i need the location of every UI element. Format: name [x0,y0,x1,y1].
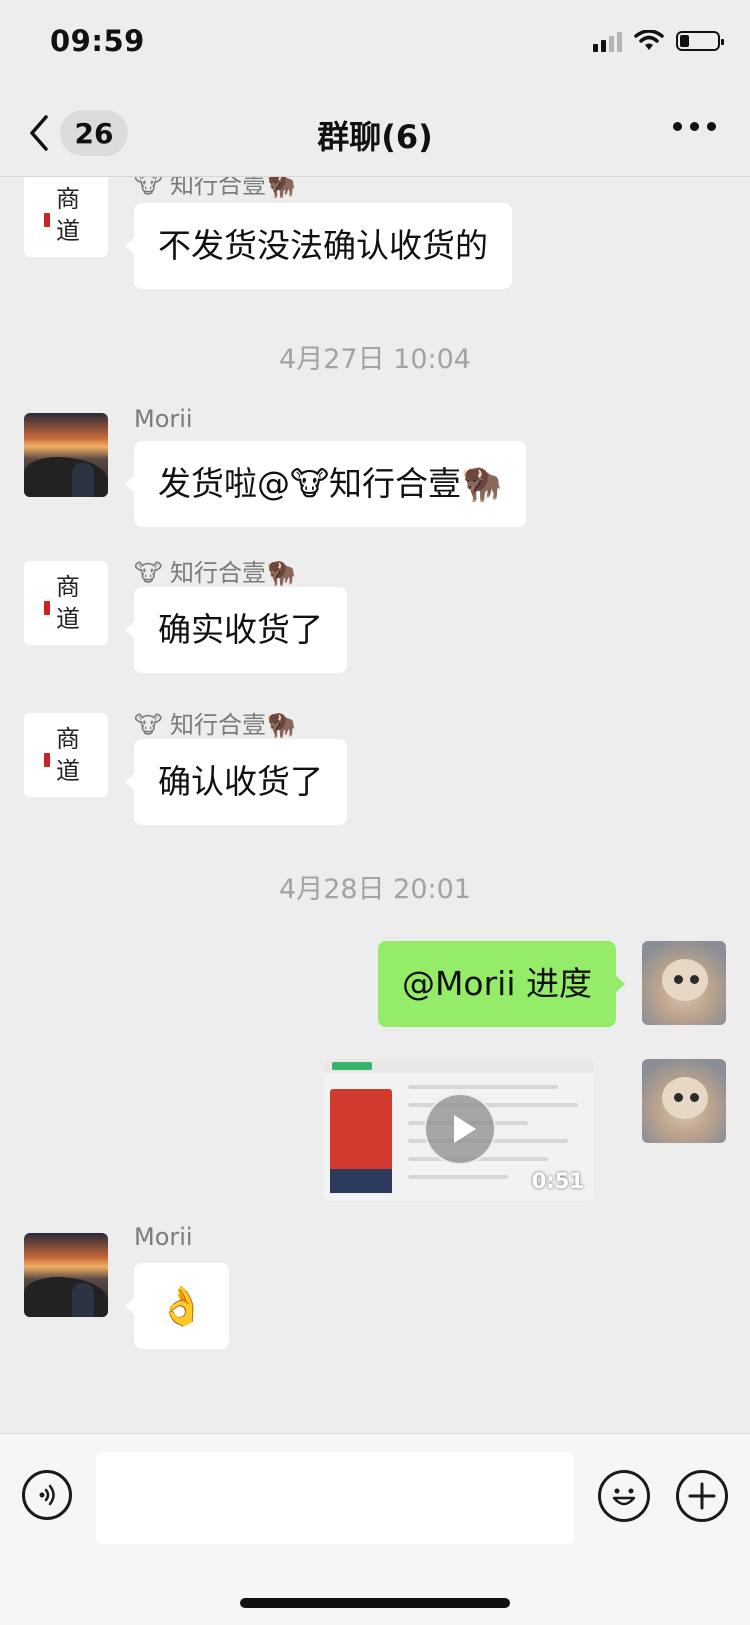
home-indicator [240,1598,510,1608]
avatar[interactable]: 商 道 [24,561,108,645]
status-time: 09:59 [50,24,145,58]
plus-icon[interactable] [676,1470,728,1522]
video-message[interactable]: 0:51 [324,1059,594,1201]
cellular-signal-icon [593,30,622,52]
avatar[interactable] [642,1059,726,1143]
status-icons [593,30,724,52]
svg-text:商: 商 [56,573,80,601]
timestamp: 4月27日 10:04 [279,344,471,375]
sender-name: 🐮 知行合壹🦬 [134,559,296,587]
sender-name: Morii [134,405,193,433]
more-dots-icon[interactable] [673,122,716,131]
avatar[interactable] [642,941,726,1025]
avatar[interactable]: 商 道 [24,713,108,797]
svg-text:商: 商 [56,725,80,753]
message-bubble[interactable]: 确实收货了 [125,587,347,673]
chat-title: 群聊(6) [317,118,433,156]
sender-name: 🐮 知行合壹🦬 [134,711,296,739]
message-bubble[interactable]: 发货啦@🐮知行合壹🦬 [124,441,527,527]
chat-area[interactable]: 商 道 🐮 知行合壹🦬 不发货没法确认收货的 4月27日 10:04 Morii… [0,177,750,1433]
message-bubble[interactable]: 确认收货了 [125,739,347,825]
message-input[interactable] [96,1452,574,1544]
sender-name: Morii [134,1223,193,1251]
wifi-icon [634,30,664,50]
emoji-icon[interactable] [598,1470,650,1522]
sender-name: 🐮 知行合壹🦬 [134,177,296,199]
svg-text:道: 道 [56,605,80,633]
voice-icon[interactable] [22,1470,72,1520]
status-bar: 09:59 [0,0,750,88]
play-icon[interactable] [424,1093,496,1165]
video-duration: 0:51 [531,1169,584,1193]
battery-icon [676,31,724,51]
message-bubble[interactable]: @Morii 进度 [377,941,626,1027]
timestamp: 4月28日 20:01 [279,874,471,905]
avatar[interactable] [24,1233,108,1317]
nav-bar: 26 群聊(6) [0,88,750,177]
avatar[interactable]: 商 道 [24,177,108,257]
avatar[interactable] [24,413,108,497]
message-bubble[interactable]: 👌 [124,1263,230,1349]
message-bubble[interactable]: 不发货没法确认收货的 [125,203,512,289]
svg-text:道: 道 [56,217,80,245]
svg-text:商: 商 [56,185,80,213]
svg-text:道: 道 [56,757,80,785]
input-bar [0,1433,750,1625]
